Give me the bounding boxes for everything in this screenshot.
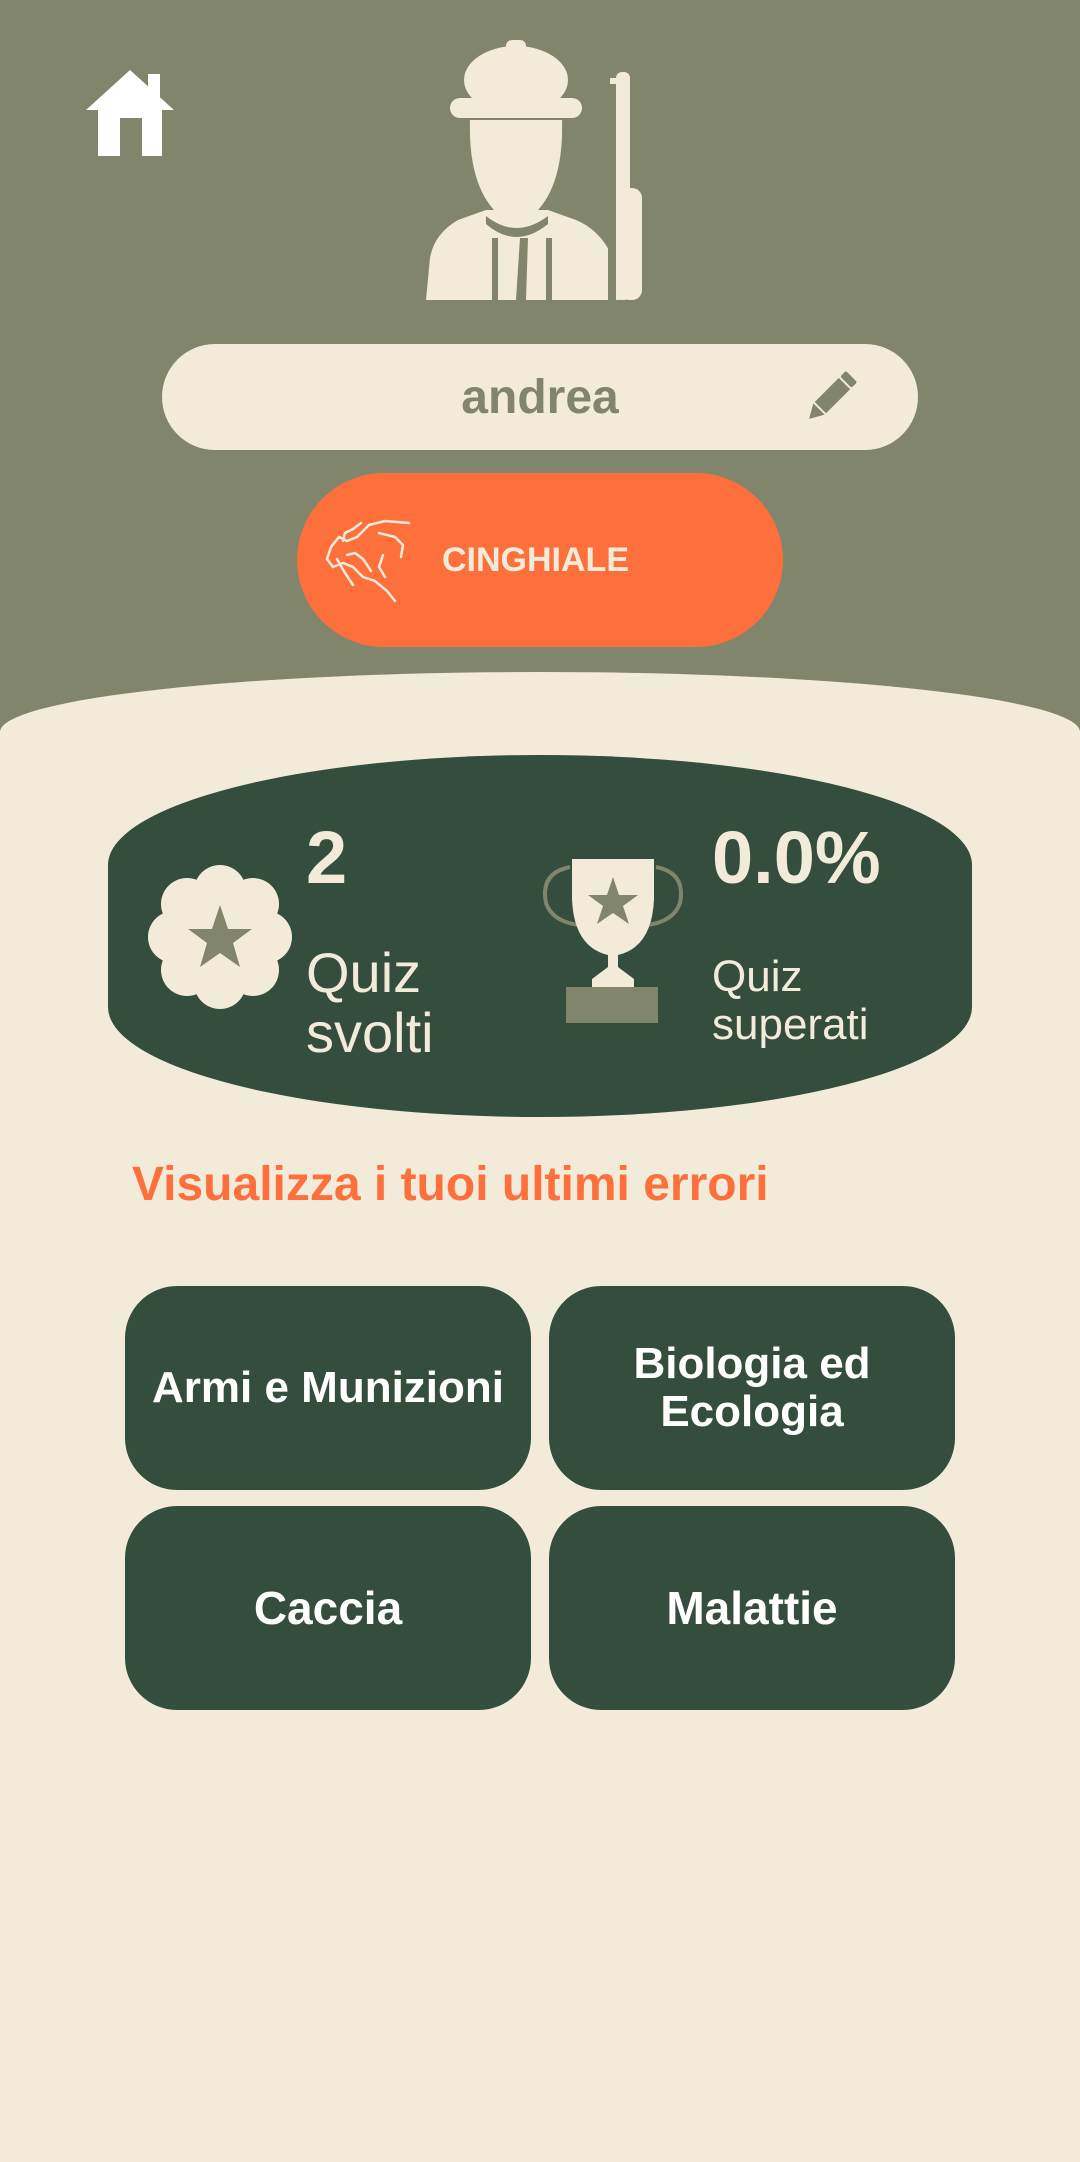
category-label-line2: Ecologia bbox=[660, 1387, 844, 1436]
pencil-icon bbox=[809, 371, 857, 419]
category-label-line1: Biologia ed bbox=[633, 1338, 871, 1388]
home-icon bbox=[86, 70, 174, 156]
quiz-passed-label: Quiz superati bbox=[712, 953, 869, 1048]
quiz-passed-label-line2: superati bbox=[712, 999, 869, 1049]
username-text: andrea bbox=[461, 370, 619, 424]
flower-star-icon bbox=[148, 865, 292, 1009]
category-label: Malattie bbox=[666, 1581, 837, 1635]
view-errors-link[interactable]: Visualizza i tuoi ultimi errori bbox=[132, 1157, 769, 1212]
category-label-line1: Malattie bbox=[666, 1582, 838, 1634]
species-button[interactable]: CINGHIALE bbox=[297, 473, 783, 647]
boar-icon bbox=[325, 519, 411, 603]
category-label: Caccia bbox=[254, 1581, 402, 1635]
quiz-done-label: Quiz svolti bbox=[306, 941, 434, 1065]
category-label-line1: Armi e Munizioni bbox=[152, 1363, 504, 1412]
home-button[interactable] bbox=[82, 66, 178, 162]
category-label: Armi e Munizioni bbox=[152, 1363, 504, 1413]
stats-card: 2 Quiz svolti 0.0% Quiz superati bbox=[108, 755, 972, 1117]
category-biologia-ecologia-button[interactable]: Biologia ed Ecologia bbox=[549, 1286, 955, 1490]
category-malattie-button[interactable]: Malattie bbox=[549, 1506, 955, 1710]
hunter-avatar bbox=[420, 38, 660, 303]
hunter-avatar-icon bbox=[426, 40, 642, 300]
quiz-passed-label-line1: Quiz bbox=[712, 952, 803, 1001]
species-label: CINGHIALE bbox=[442, 541, 629, 579]
category-label: Biologia ed Ecologia bbox=[633, 1338, 871, 1437]
quiz-done-value: 2 bbox=[306, 816, 348, 899]
quiz-done-label-line1: Quiz bbox=[306, 941, 422, 1004]
trophy-icon bbox=[543, 859, 683, 1023]
category-caccia-button[interactable]: Caccia bbox=[125, 1506, 531, 1710]
category-label-line1: Caccia bbox=[253, 1582, 403, 1634]
username-field[interactable]: andrea bbox=[162, 344, 918, 450]
quiz-done-label-line2: svolti bbox=[306, 1001, 434, 1065]
category-armi-munizioni-button[interactable]: Armi e Munizioni bbox=[125, 1286, 531, 1490]
edit-name-button[interactable] bbox=[804, 370, 858, 424]
quiz-passed-value: 0.0% bbox=[712, 816, 881, 899]
